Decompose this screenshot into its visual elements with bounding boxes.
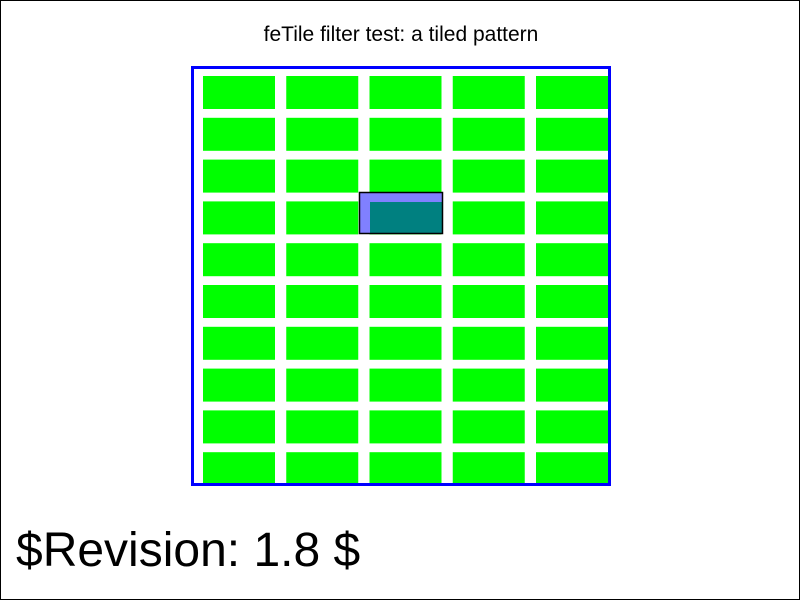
tile: [203, 285, 275, 318]
tile: [203, 326, 275, 360]
tile: [369, 410, 442, 444]
tile: [369, 159, 442, 193]
revision-label: $Revision: 1.8 $: [16, 524, 361, 577]
tile: [452, 285, 525, 318]
tile: [536, 410, 608, 444]
tile: [203, 368, 275, 402]
tile: [369, 326, 442, 360]
tile: [203, 410, 275, 444]
tile-grid: [203, 76, 608, 483]
tile: [536, 285, 608, 318]
tile: [536, 117, 608, 151]
tile: [369, 452, 442, 483]
tile: [452, 117, 525, 151]
tile: [203, 452, 275, 483]
tile: [203, 159, 275, 193]
tile: [369, 76, 442, 109]
tile: [369, 117, 442, 151]
tile: [286, 326, 359, 360]
tile: [286, 159, 359, 193]
tile: [536, 76, 608, 109]
source-tile: [358, 191, 444, 235]
tile: [203, 76, 275, 109]
tile: [536, 326, 608, 360]
tile: [286, 243, 359, 277]
tile: [286, 201, 359, 235]
tile: [286, 76, 359, 109]
tile: [452, 201, 525, 235]
tile: [452, 76, 525, 109]
tile: [452, 368, 525, 402]
tile: [286, 285, 359, 318]
tile: [452, 452, 525, 483]
tile: [203, 201, 275, 235]
tile: [369, 243, 442, 277]
tile: [452, 243, 525, 277]
tile: [286, 117, 359, 151]
tile: [452, 159, 525, 193]
tile: [286, 368, 359, 402]
tile: [536, 452, 608, 483]
tile: [369, 285, 442, 318]
tile: [536, 368, 608, 402]
tile: [286, 410, 359, 444]
tile: [286, 452, 359, 483]
tile: [536, 201, 608, 235]
tile: [536, 243, 608, 277]
tile: [203, 117, 275, 151]
tile: [369, 368, 442, 402]
tile: [536, 159, 608, 193]
source-tile-fill: [370, 202, 442, 234]
tile: [203, 243, 275, 277]
tiled-pattern-test: [191, 66, 611, 486]
tile: [452, 326, 525, 360]
canvas-frame: feTile filter test: a tiled pattern $Rev…: [0, 0, 800, 600]
tile: [452, 410, 525, 444]
